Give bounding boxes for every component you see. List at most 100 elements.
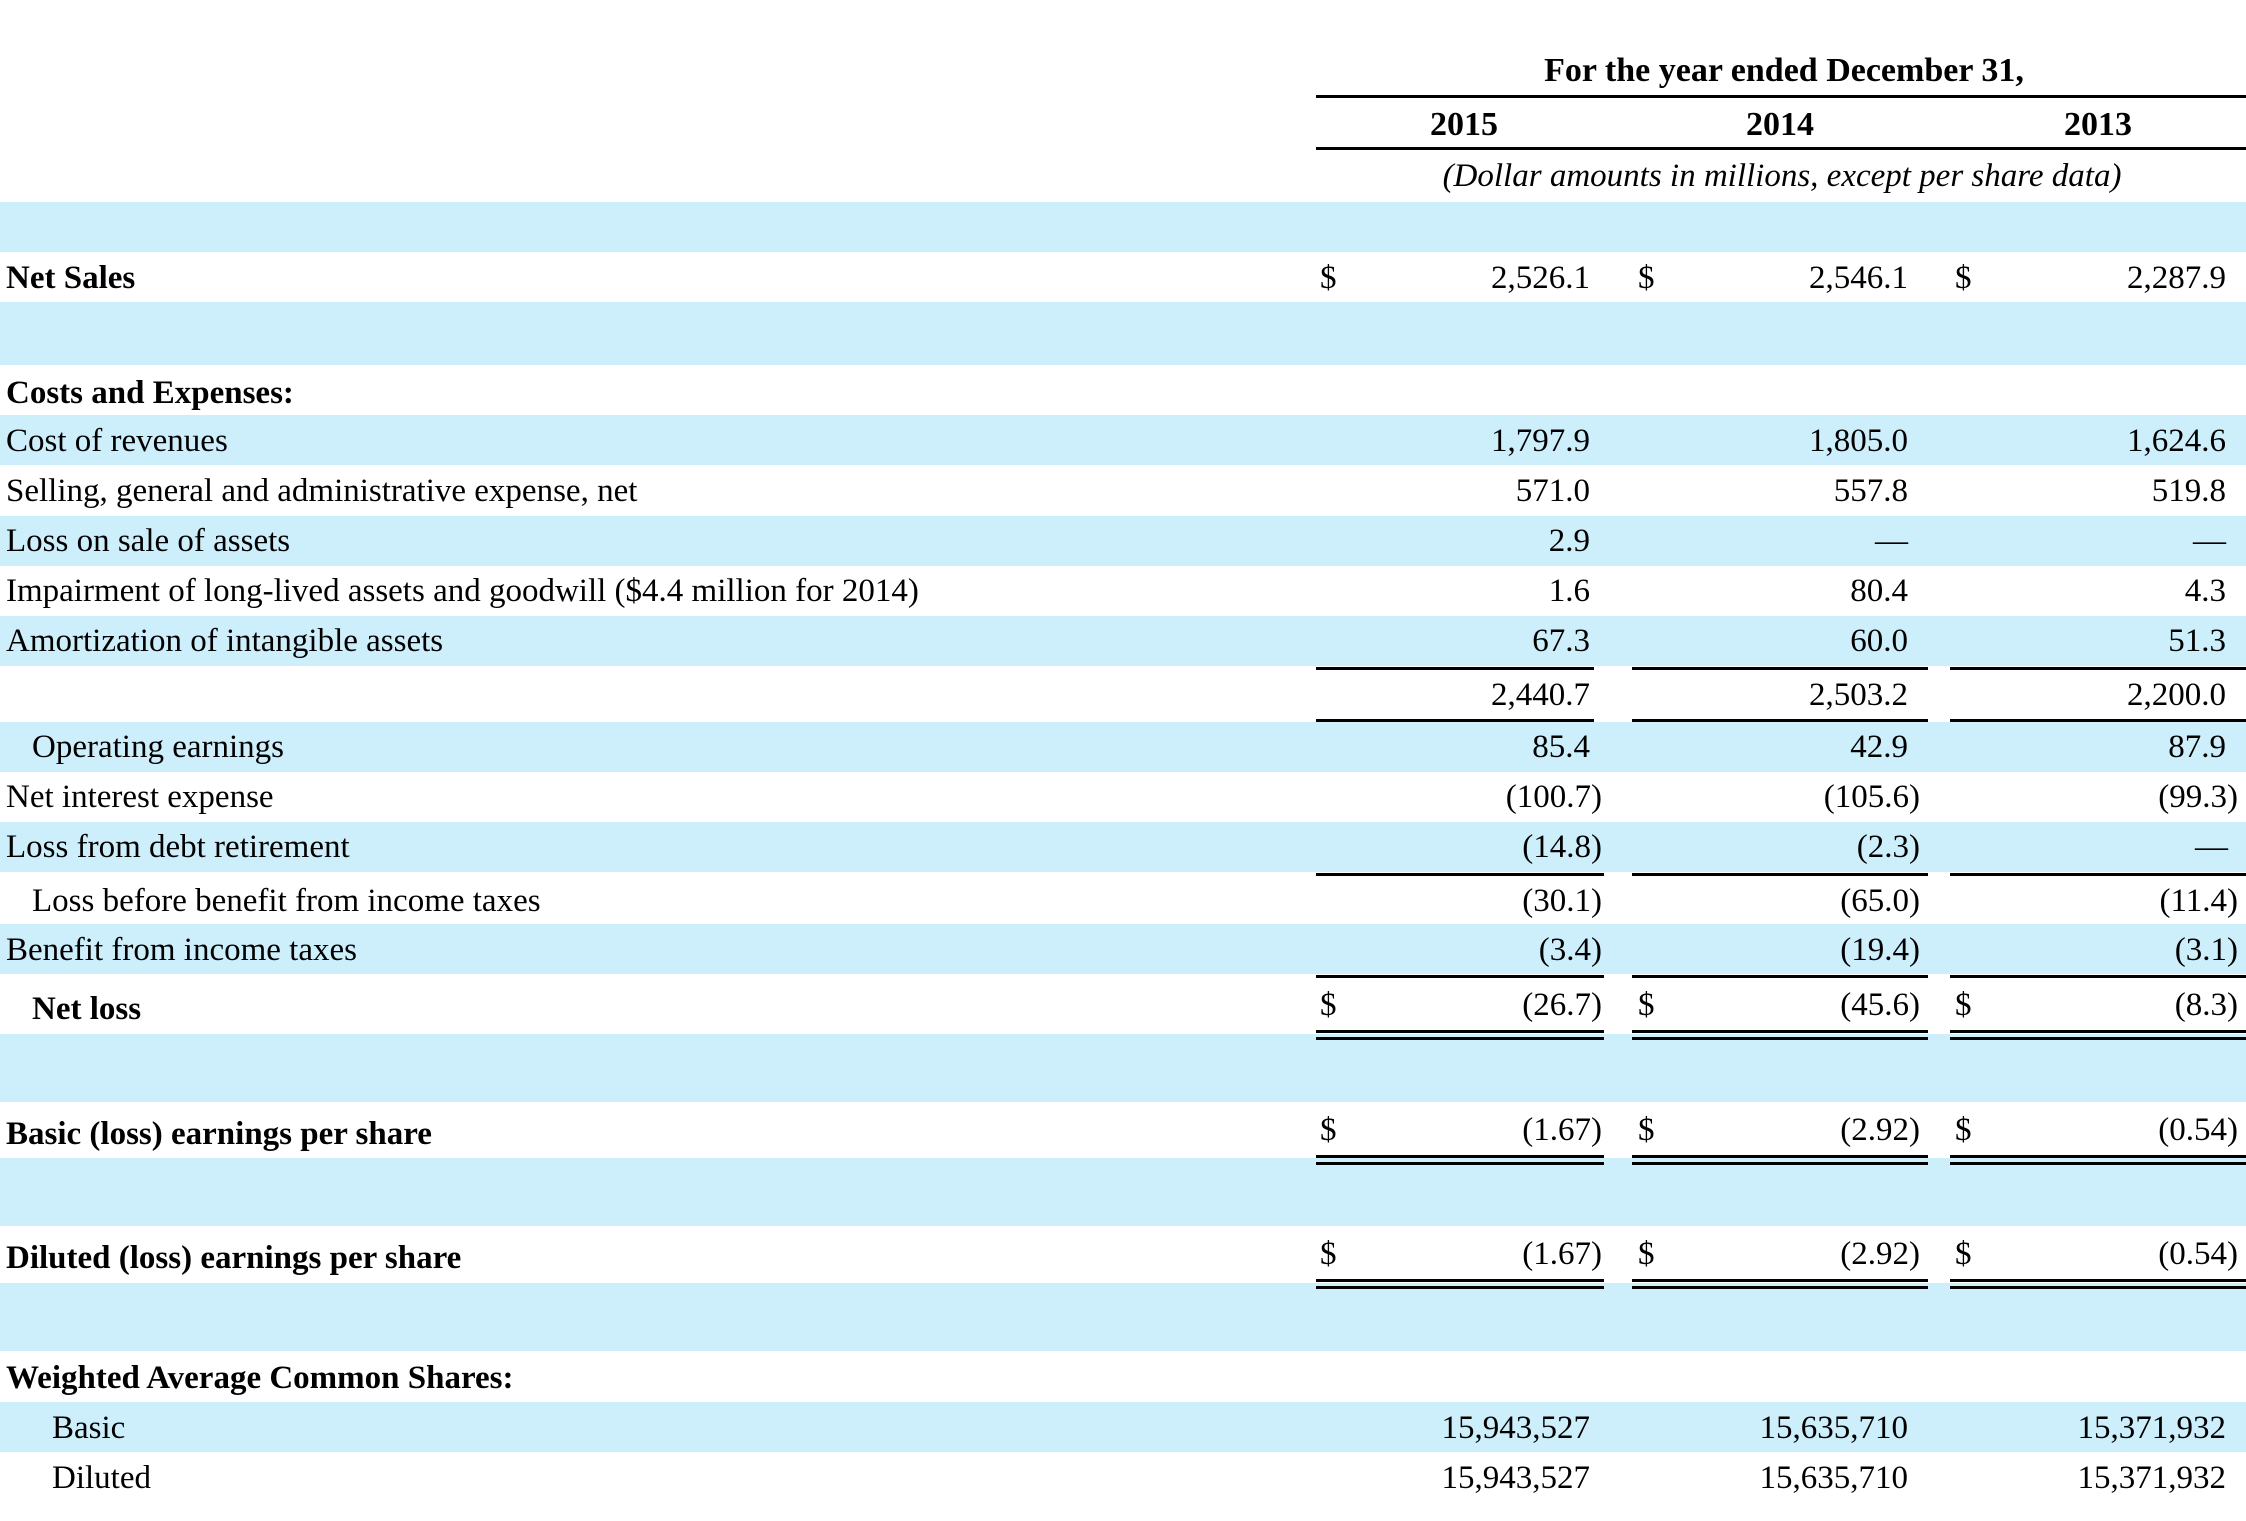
subtotal-rule xyxy=(1950,719,2246,722)
value-2014: 2,503.2 xyxy=(1809,677,1908,713)
value-2013: 51.3 xyxy=(2168,623,2226,659)
value-2015: 67.3 xyxy=(1532,623,1590,659)
currency-symbol: $ xyxy=(1320,260,1337,296)
row-band xyxy=(0,302,2246,365)
value-2015: 2,440.7 xyxy=(1491,677,1590,713)
subtotal-rule xyxy=(1950,873,2246,876)
subtotal-rule xyxy=(1316,873,1604,876)
subtotal-rule xyxy=(1316,667,1594,670)
header-rule xyxy=(1316,95,2246,98)
value-2013: (0.54) xyxy=(2158,1236,2238,1272)
row-band xyxy=(0,1034,2246,1102)
row-label: Selling, general and administrative expe… xyxy=(6,473,638,509)
row-label: Net Sales xyxy=(6,260,136,296)
row-band xyxy=(0,722,2246,772)
currency-symbol: $ xyxy=(1955,1112,1972,1148)
currency-symbol: $ xyxy=(1638,1236,1655,1272)
currency-symbol: $ xyxy=(1638,1112,1655,1148)
subtotal-rule xyxy=(1632,667,1928,670)
value-2014: 60.0 xyxy=(1850,623,1908,659)
row-band xyxy=(0,1283,2246,1351)
row-label: Diluted (loss) earnings per share xyxy=(6,1240,462,1276)
total-rule xyxy=(1950,1279,2246,1282)
value-2013: — xyxy=(2195,829,2228,865)
value-2014: 557.8 xyxy=(1833,473,1908,509)
value-2014: — xyxy=(1875,523,1908,559)
value-2014: (2.3) xyxy=(1856,829,1920,865)
value-2013: 2,287.9 xyxy=(2127,260,2226,296)
row-band xyxy=(0,415,2246,465)
value-2014: (2.92) xyxy=(1840,1236,1920,1272)
total-rule xyxy=(1316,1279,1604,1282)
value-2013: (3.1) xyxy=(2174,932,2238,968)
value-2015: 15,943,527 xyxy=(1441,1460,1591,1496)
total-rule xyxy=(1316,1155,1604,1158)
value-2015: (3.4) xyxy=(1538,932,1602,968)
total-rule xyxy=(1950,1162,2246,1165)
value-2015: 2,526.1 xyxy=(1491,260,1590,296)
value-2015: 85.4 xyxy=(1532,729,1590,765)
total-rule xyxy=(1316,1037,1604,1040)
currency-symbol: $ xyxy=(1320,987,1337,1023)
value-2013: 87.9 xyxy=(2168,729,2226,765)
subtotal-rule xyxy=(1632,719,1928,722)
currency-symbol: $ xyxy=(1955,987,1972,1023)
value-2013: (0.54) xyxy=(2158,1112,2238,1148)
currency-symbol: $ xyxy=(1955,1236,1972,1272)
total-rule xyxy=(1632,1279,1928,1282)
value-2013: 519.8 xyxy=(2151,473,2226,509)
value-2014: 1,805.0 xyxy=(1809,423,1908,459)
row-band xyxy=(0,1158,2246,1226)
value-2014: 2,546.1 xyxy=(1809,260,1908,296)
subtotal-rule xyxy=(1316,719,1594,722)
total-rule xyxy=(1950,1286,2246,1289)
year-2015: 2015 xyxy=(1430,106,1498,143)
row-label: Amortization of intangible assets xyxy=(6,623,444,659)
currency-symbol: $ xyxy=(1320,1236,1337,1272)
currency-symbol: $ xyxy=(1955,260,1972,296)
total-rule xyxy=(1950,1155,2246,1158)
row-band xyxy=(0,202,2246,252)
row-label: Operating earnings xyxy=(32,729,284,765)
value-2013: 15,371,932 xyxy=(2077,1460,2227,1496)
value-2014: (65.0) xyxy=(1840,883,1920,919)
year-2013: 2013 xyxy=(2064,106,2132,143)
value-2015: (1.67) xyxy=(1522,1112,1602,1148)
value-2014: (45.6) xyxy=(1840,987,1920,1023)
value-2015: 571.0 xyxy=(1515,473,1590,509)
period-heading: For the year ended December 31, xyxy=(1544,52,2024,89)
row-label: Net interest expense xyxy=(6,779,274,815)
total-rule xyxy=(1950,1030,2246,1033)
total-rule xyxy=(1632,1030,1928,1033)
value-2014: (2.92) xyxy=(1840,1112,1920,1148)
section-heading: Weighted Average Common Shares: xyxy=(6,1360,514,1396)
subtotal-rule xyxy=(1632,975,1928,978)
row-label: Benefit from income taxes xyxy=(6,932,357,968)
value-2014: 80.4 xyxy=(1850,573,1908,609)
row-label: Basic (loss) earnings per share xyxy=(6,1116,432,1152)
total-rule xyxy=(1632,1162,1928,1165)
subtotal-rule xyxy=(1632,873,1928,876)
unit-note: (Dollar amounts in millions, except per … xyxy=(1442,158,2122,194)
value-2014: 15,635,710 xyxy=(1759,1460,1909,1496)
total-rule xyxy=(1632,1037,1928,1040)
total-rule xyxy=(1316,1286,1604,1289)
row-label: Diluted xyxy=(52,1460,151,1496)
value-2015: (14.8) xyxy=(1522,829,1602,865)
row-label: Impairment of long-lived assets and good… xyxy=(6,573,919,609)
value-2013: (99.3) xyxy=(2158,779,2238,815)
value-2015: (30.1) xyxy=(1522,883,1602,919)
value-2013: (8.3) xyxy=(2174,987,2238,1023)
total-rule xyxy=(1950,1037,2246,1040)
value-2013: 1,624.6 xyxy=(2127,423,2226,459)
section-heading: Costs and Expenses: xyxy=(6,375,294,411)
row-label: Cost of revenues xyxy=(6,423,228,459)
total-rule xyxy=(1632,1286,1928,1289)
row-label: Loss from debt retirement xyxy=(6,829,350,865)
value-2015: 15,943,527 xyxy=(1441,1410,1591,1446)
value-2014: 42.9 xyxy=(1850,729,1908,765)
total-rule xyxy=(1316,1162,1604,1165)
value-2015: 1,797.9 xyxy=(1491,423,1590,459)
value-2015: (26.7) xyxy=(1522,987,1602,1023)
row-label: Loss before benefit from income taxes xyxy=(32,883,541,919)
